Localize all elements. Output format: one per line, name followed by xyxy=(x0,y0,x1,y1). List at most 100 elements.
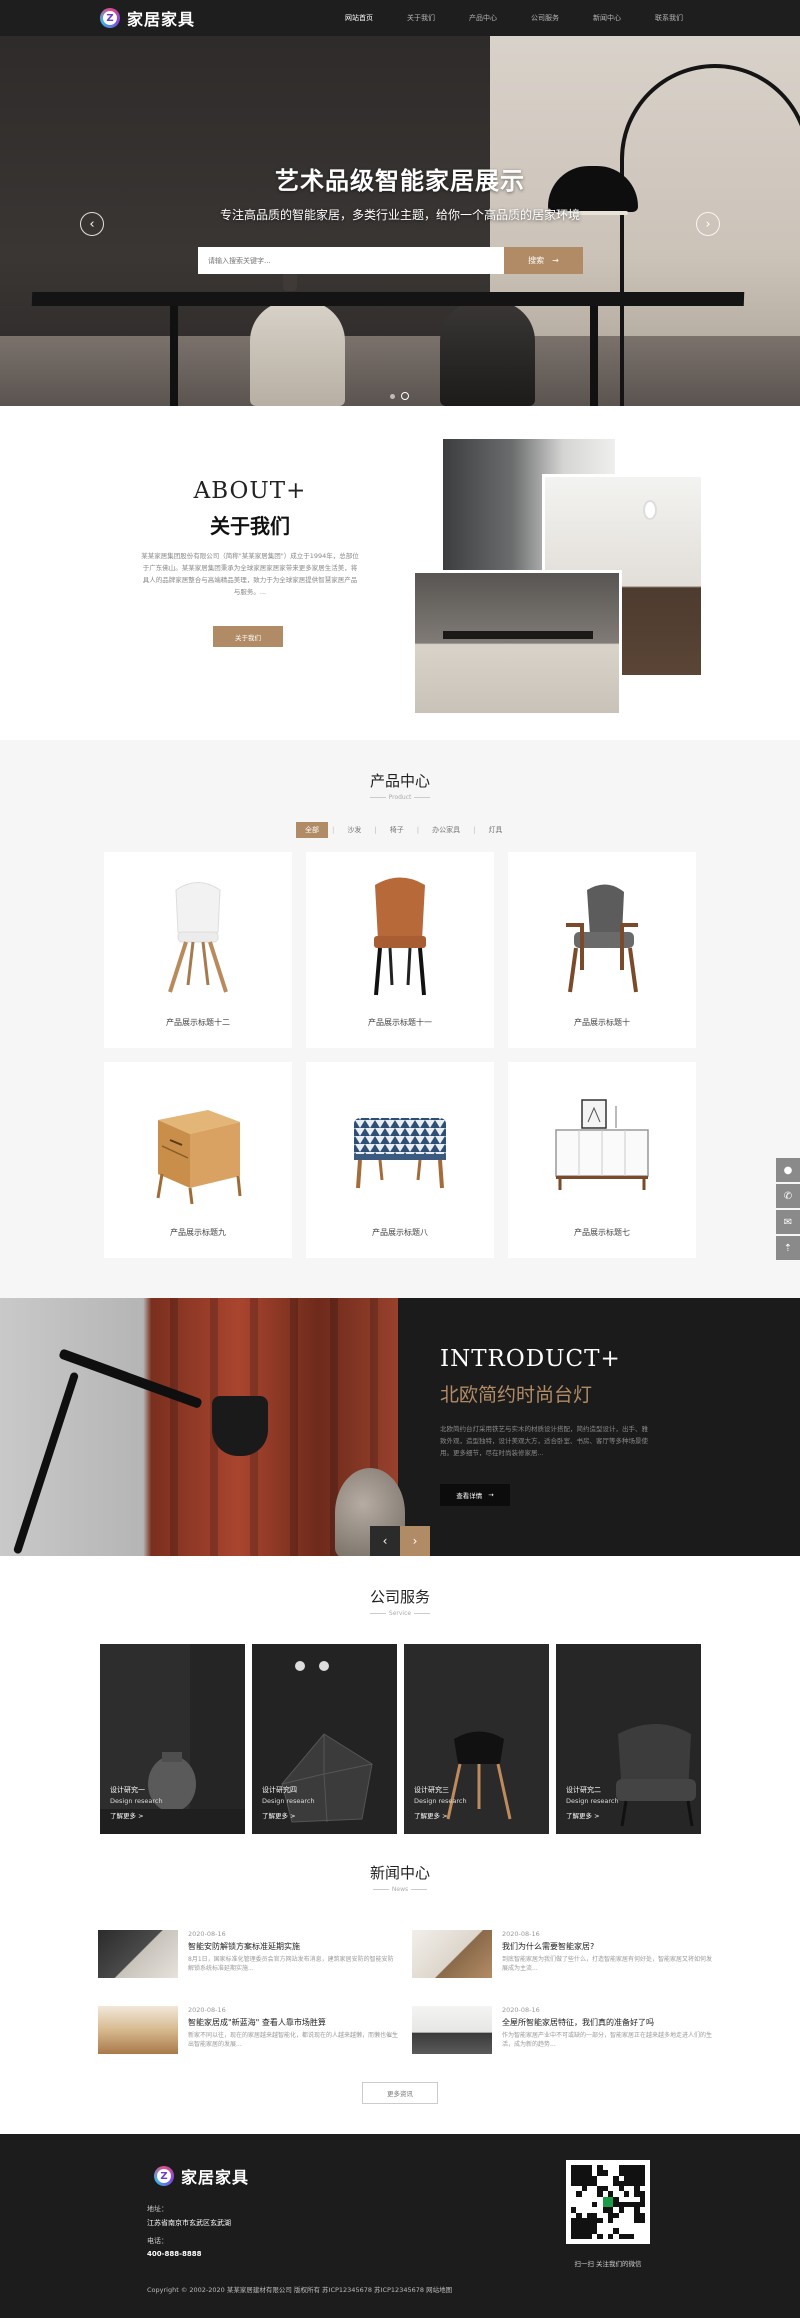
about-title: 关于我们 xyxy=(210,514,290,538)
product-card[interactable]: 产品展示标题十二 xyxy=(104,852,292,1048)
service-link[interactable]: 了解更多 > xyxy=(110,1810,163,1820)
product-card[interactable]: 产品展示标题十 xyxy=(508,852,696,1048)
about-text: 某某家居集团股份有限公司（简称"某某家居集团"）成立于1994年，总部位于广东佛… xyxy=(141,552,359,596)
news-thumbnail xyxy=(412,1930,492,1978)
product-card[interactable]: 产品展示标题十一 xyxy=(306,852,494,1048)
featured-product-image xyxy=(0,1298,405,1556)
hero-title: 艺术品级智能家居展示 xyxy=(275,167,525,195)
news-headline[interactable]: 我们为什么需要智能家居? xyxy=(502,1941,594,1952)
products-section: 产品中心 Product 全部 | 沙发 | 椅子 | 办公家具 | 灯具 产品… xyxy=(0,740,800,1298)
address-label: 地址： xyxy=(147,2205,168,2213)
nav-news[interactable]: 新闻中心 xyxy=(576,0,638,36)
product-name: 产品展示标题十二 xyxy=(166,1018,230,1027)
products-title-en: Product xyxy=(0,794,800,801)
main-nav: 网站首页 关于我们 产品中心 公司服务 新闻中心 联系我们 xyxy=(328,0,700,36)
news-item[interactable]: 2020-08-16 我们为什么需要智能家居? 到底智能家居为我们做了些什么，打… xyxy=(412,1930,712,1980)
nav-services[interactable]: 公司服务 xyxy=(514,0,576,36)
news-date: 2020-08-16 xyxy=(188,1930,226,1938)
ottoman-image xyxy=(354,1118,446,1189)
hero-chair xyxy=(250,301,345,406)
product-card[interactable]: 产品展示标题七 xyxy=(508,1062,696,1258)
products-title: 产品中心 xyxy=(369,772,430,790)
product-name: 产品展示标题九 xyxy=(170,1228,226,1237)
news-item[interactable]: 2020-08-16 智能安防解锁方案标准延期实施 8月1日，国家标准化管理委员… xyxy=(98,1930,398,1980)
about-more-button[interactable]: 关于我们 xyxy=(213,626,283,647)
hero-subtitle: 专注高品质的智能家居，多类行业主题，给你一个高品质的居家环境 xyxy=(219,208,580,222)
service-subtitle: Design research xyxy=(262,1797,315,1805)
tab-office[interactable]: 办公家具 xyxy=(423,822,469,838)
news-headline[interactable]: 智能家居成"新蓝海" 查看人靠市场胜算 xyxy=(188,2017,326,2028)
tab-lamp[interactable]: 灯具 xyxy=(479,822,511,838)
about-section: ABOUT+ 关于我们 某某家居集团股份有限公司（简称"某某家居集团"）成立于1… xyxy=(0,406,800,740)
service-title: 设计研究一 xyxy=(110,1786,145,1794)
back-top-icon[interactable]: ⇡ xyxy=(776,1236,800,1260)
hero-banner: 艺术品级智能家居展示 专注高品质的智能家居，多类行业主题，给你一个高品质的居家环… xyxy=(0,36,800,406)
news-item[interactable]: 2020-08-16 全屋所智能家居特征，我们真的准备好了吗 作为智能家居产业中… xyxy=(412,2006,712,2056)
service-link[interactable]: 了解更多 > xyxy=(566,1810,619,1820)
service-card[interactable]: 设计研究一 Design research 了解更多 > xyxy=(100,1644,245,1834)
product-name: 产品展示标题十一 xyxy=(368,1018,432,1027)
service-card[interactable]: 设计研究二 Design research 了解更多 > xyxy=(556,1644,701,1834)
search-button[interactable]: 搜索 → xyxy=(504,247,583,274)
news-thumbnail xyxy=(98,2006,178,2054)
slider-prev-button[interactable]: ‹ xyxy=(80,212,104,236)
product-tabs: 全部 | 沙发 | 椅子 | 办公家具 | 灯具 xyxy=(296,822,511,838)
white-chair-image xyxy=(168,882,228,993)
nav-about[interactable]: 关于我们 xyxy=(390,0,452,36)
news-title-en: News xyxy=(0,1886,800,1893)
featured-title-en: INTRODUCT+ xyxy=(440,1346,621,1372)
nav-contact[interactable]: 联系我们 xyxy=(638,0,700,36)
tab-chair[interactable]: 椅子 xyxy=(381,822,413,838)
arrow-right-icon: → xyxy=(488,1491,494,1499)
about-title-en: ABOUT+ xyxy=(193,478,307,504)
news-summary: 到底智能家居为我们做了些什么，打造智能家居有何好处，智能家居又将如何发展成为主流… xyxy=(502,1956,713,1972)
search-input[interactable] xyxy=(198,247,504,274)
news-headline[interactable]: 全屋所智能家居特征，我们真的准备好了吗 xyxy=(502,2017,654,2028)
service-link[interactable]: 了解更多 > xyxy=(262,1810,315,1820)
site-footer: Z 家居家具 地址： 江苏省南京市玄武区玄武湖 电话： 400-888-8888… xyxy=(0,2134,800,2318)
nav-home[interactable]: 网站首页 xyxy=(328,0,390,36)
news-section: 新闻中心 News 2020-08-16 智能安防解锁方案标准延期实施 8月1日… xyxy=(0,1838,800,2134)
featured-product-section: ‹ › INTRODUCT+ 北欧简约时尚台灯 北欧简约台灯采用铁艺与实木的材质… xyxy=(0,1298,800,1556)
news-more-button[interactable]: 更多资讯 xyxy=(362,2082,438,2104)
news-title: 新闻中心 xyxy=(369,1864,430,1882)
product-card[interactable]: 产品展示标题九 xyxy=(104,1062,292,1258)
service-link[interactable]: 了解更多 > xyxy=(414,1810,467,1820)
slider-dots xyxy=(390,392,409,400)
service-card[interactable]: 设计研究四 Design research 了解更多 > xyxy=(252,1644,397,1834)
featured-next-button[interactable]: › xyxy=(400,1526,430,1556)
phone-value: 400-888-8888 xyxy=(147,2250,202,2258)
slider-next-button[interactable]: › xyxy=(696,212,720,236)
product-card[interactable]: 产品展示标题八 xyxy=(306,1062,494,1258)
service-card[interactable]: 设计研究三 Design research 了解更多 > xyxy=(404,1644,549,1834)
featured-text: 北欧简约台灯采用铁艺与实木的材质设计搭配，简约造型设计，出手、雅致外观，造型独特… xyxy=(440,1425,648,1457)
news-item[interactable]: 2020-08-16 智能家居成"新蓝海" 查看人靠市场胜算 新家不同以往，现在… xyxy=(98,2006,398,2056)
qr-code xyxy=(566,2160,650,2244)
footer-logo[interactable]: Z 家居家具 xyxy=(154,2164,249,2188)
featured-title: 北欧简约时尚台灯 xyxy=(440,1384,593,1406)
nav-products[interactable]: 产品中心 xyxy=(452,0,514,36)
featured-detail-button[interactable]: 查看详情 → xyxy=(440,1484,510,1506)
qq-icon[interactable]: ● xyxy=(776,1158,800,1182)
news-thumbnail xyxy=(98,1930,178,1978)
hero-chair xyxy=(440,301,535,406)
phone-icon[interactable]: ✆ xyxy=(776,1184,800,1208)
lounge-chair-image xyxy=(566,884,638,993)
tab-all[interactable]: 全部 xyxy=(296,822,328,838)
wechat-icon[interactable]: ✉ xyxy=(776,1210,800,1234)
site-logo[interactable]: Z 家居家具 xyxy=(100,6,195,30)
services-title-en: Service xyxy=(0,1610,800,1617)
tab-sofa[interactable]: 沙发 xyxy=(338,822,370,838)
news-thumbnail xyxy=(412,2006,492,2054)
service-subtitle: Design research xyxy=(566,1797,619,1805)
featured-prev-button[interactable]: ‹ xyxy=(370,1526,400,1556)
slider-dot-active[interactable] xyxy=(401,392,409,400)
arrow-right-icon: → xyxy=(552,256,559,265)
copyright: Copyright © 2002-2020 某某家居建材有限公司 版权所有 苏I… xyxy=(147,2286,453,2294)
news-summary: 作为智能家居产业中不可或缺的一部分，智能家居正在越来越多地走进人们的生活，成为新… xyxy=(502,2032,713,2048)
news-headline[interactable]: 智能安防解锁方案标准延期实施 xyxy=(188,1941,300,1952)
news-summary: 新家不同以往，现在的家居越来越智能化，都说现在的人越来越懒，而懒也催生出智能家居… xyxy=(188,2032,399,2048)
service-subtitle: Design research xyxy=(110,1797,163,1805)
service-title: 设计研究四 xyxy=(262,1786,297,1794)
slider-dot[interactable] xyxy=(390,393,395,399)
